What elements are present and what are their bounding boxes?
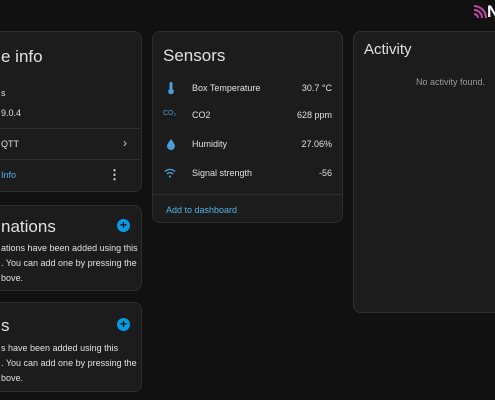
scripts-title: s xyxy=(1,316,10,335)
mqtt-label: QTT xyxy=(1,139,19,149)
sensor-value: 30.7 °C xyxy=(301,83,332,93)
wireless-logo-icon xyxy=(473,5,487,19)
sensors-card: Sensors Box Temperature 30.7 °C CO₂ CO2 … xyxy=(152,31,343,223)
water-drop-icon xyxy=(167,139,175,150)
add-to-dashboard-button[interactable]: Add to dashboard xyxy=(166,205,237,215)
thermometer-icon xyxy=(168,82,174,95)
add-automation-button[interactable]: + xyxy=(117,219,130,232)
sensor-value: 27.06% xyxy=(301,139,332,149)
sensor-row-co2[interactable]: CO₂ CO2 628 ppm xyxy=(153,102,342,128)
automations-text-line: . You can add one by pressing the xyxy=(1,258,137,268)
device-info-line1: s xyxy=(1,88,6,98)
sensor-value: 628 ppm xyxy=(296,110,332,120)
divider xyxy=(153,194,342,195)
sensor-label: Signal strength xyxy=(192,168,253,178)
device-info-card: e info s 9.0.4 QTT › Info ⋮ xyxy=(0,31,142,192)
scripts-text-line: s have been added using this xyxy=(1,343,119,353)
add-script-button[interactable]: + xyxy=(117,318,130,331)
sensor-label: Box Temperature xyxy=(192,83,261,93)
divider xyxy=(0,159,141,160)
automations-text-line: ations have been added using this xyxy=(1,243,138,253)
logo-letter: N xyxy=(487,2,495,21)
plus-icon: + xyxy=(119,317,127,331)
mqtt-info-link[interactable]: Info xyxy=(1,170,16,180)
scripts-empty-text: s have been added using this . You can a… xyxy=(1,341,137,386)
activity-title: Activity xyxy=(364,41,412,58)
chevron-right-icon: › xyxy=(123,136,127,150)
sensor-row-humidity[interactable]: Humidity 27.06% xyxy=(153,131,342,157)
sensor-label: Humidity xyxy=(192,139,228,149)
sensor-row-signal-strength[interactable]: Signal strength -56 xyxy=(153,160,342,186)
more-vertical-icon[interactable]: ⋮ xyxy=(108,167,121,183)
firmware-version: 9.0.4 xyxy=(1,108,22,118)
sensors-title: Sensors xyxy=(163,46,226,65)
plus-icon: + xyxy=(119,218,127,232)
automations-text-line: bove. xyxy=(1,273,24,283)
co2-icon: CO₂ xyxy=(163,110,177,117)
device-info-title: e info xyxy=(1,47,43,66)
automations-title: nations xyxy=(1,217,56,236)
sensor-label: CO2 xyxy=(192,110,211,120)
automations-empty-text: ations have been added using this . You … xyxy=(1,241,138,286)
scripts-card: s + s have been added using this . You c… xyxy=(0,302,142,392)
sensor-value: -56 xyxy=(318,168,332,178)
scripts-text-line: bove. xyxy=(1,373,24,383)
automations-card: nations + ations have been added using t… xyxy=(0,205,142,291)
activity-empty-text: No activity found. xyxy=(416,77,486,87)
sensor-row-box-temperature[interactable]: Box Temperature 30.7 °C xyxy=(153,75,342,101)
brand-logo: N xyxy=(473,2,495,22)
wifi-icon xyxy=(164,168,176,178)
mqtt-row[interactable]: QTT › xyxy=(0,129,141,159)
scripts-text-line: . You can add one by pressing the xyxy=(1,358,137,368)
activity-card: Activity No activity found. xyxy=(353,31,495,313)
